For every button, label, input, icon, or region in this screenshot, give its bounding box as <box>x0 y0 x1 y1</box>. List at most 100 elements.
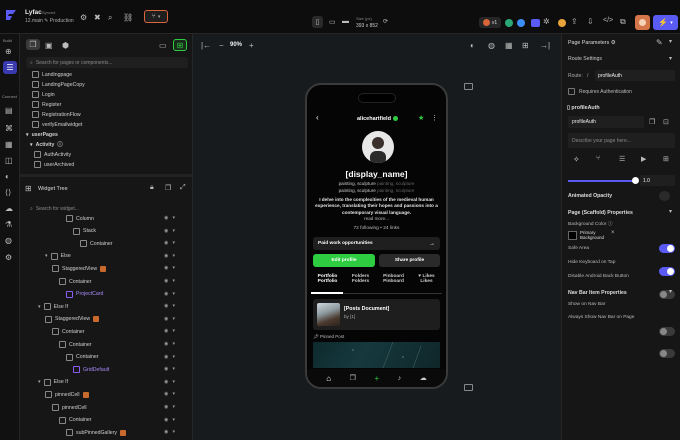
desktop-device-icon[interactable]: ▬ <box>342 18 349 25</box>
theme-toggle-icon[interactable]: ◐ <box>470 41 475 50</box>
messages-icon[interactable]: ☁ <box>420 374 427 382</box>
always-show-nav-toggle[interactable] <box>659 349 675 358</box>
api-icon[interactable]: ⌘ <box>5 124 13 133</box>
back-arrow-icon[interactable]: ‹ <box>316 113 319 122</box>
widget-tree-item[interactable]: StaggeredView <box>45 314 100 325</box>
visibility-icon[interactable]: ◉ <box>164 278 168 284</box>
widget-tree-rail-button[interactable]: ☰ <box>3 61 17 74</box>
visibility-icon[interactable]: ◉ <box>164 328 168 334</box>
visibility-icon[interactable]: ◉ <box>164 391 168 397</box>
zoom-in-icon[interactable]: + <box>249 41 254 50</box>
visibility-icon[interactable]: ◉ <box>164 240 168 246</box>
branch-selector-button[interactable]: ⑂ ▾ <box>144 10 168 23</box>
version-button[interactable]: v1 <box>479 17 501 28</box>
visibility-icon[interactable]: ◉ <box>164 354 168 360</box>
run-button[interactable]: ⚡ ▾ <box>653 15 678 30</box>
widget-tree-item[interactable]: ▾ Else If <box>38 377 68 388</box>
widget-tree-item[interactable]: ProjectCard <box>66 289 103 300</box>
chevron-down-icon[interactable]: ▾ <box>173 404 176 410</box>
visibility-icon[interactable]: ◉ <box>164 417 168 423</box>
chevron-down-icon[interactable]: ▾ <box>669 288 672 295</box>
widget-row-actions[interactable]: ◉ ▾ <box>164 366 175 372</box>
tab-pinboard[interactable]: Pinboard Pinboard <box>377 274 410 284</box>
widget-row-actions[interactable]: ◉ ▾ <box>164 417 175 423</box>
list-icon[interactable]: ☰ <box>619 155 625 163</box>
requires-auth-checkbox[interactable] <box>568 88 575 95</box>
widget-tree-item[interactable]: pinnedCell <box>45 389 89 400</box>
widget-row-actions[interactable]: ◉ ▾ <box>164 379 175 385</box>
chat-icon[interactable] <box>517 19 525 27</box>
add-widget-icon[interactable]: ⊕ <box>5 47 12 56</box>
link-icon[interactable]: ⛓ <box>123 13 133 22</box>
code-icon[interactable]: </> <box>603 17 613 24</box>
tools-icon[interactable]: ✖ <box>94 13 101 22</box>
visibility-icon[interactable]: ◉ <box>164 341 168 347</box>
widget-row-actions[interactable]: ◉ ▾ <box>164 316 175 322</box>
panel-divider[interactable] <box>20 174 193 177</box>
check-status-icon[interactable] <box>505 19 513 27</box>
external-link-icon[interactable]: ⧉ <box>620 17 626 27</box>
theme-icon[interactable]: ◐ <box>5 172 10 181</box>
bold-style-icon[interactable]: ✧ <box>573 155 580 164</box>
opacity-value-input[interactable]: 1.0 <box>640 175 675 186</box>
star-icon[interactable]: ★ <box>418 114 424 122</box>
settings-icon[interactable]: ⚙ <box>80 13 87 22</box>
tablet-device-icon[interactable]: ▭ <box>329 18 336 26</box>
pinned-post-image[interactable] <box>313 342 440 368</box>
widget-row-actions[interactable]: ◉ ▾ <box>164 341 175 347</box>
visibility-icon[interactable]: ◉ <box>164 215 168 221</box>
gallery-icon[interactable]: ❐ <box>350 374 356 382</box>
library-icon[interactable]: ⬢ <box>62 41 69 50</box>
widget-tree-item[interactable]: Container <box>59 276 92 287</box>
grid-icon[interactable]: ⊞ <box>663 155 669 163</box>
widget-tree-item[interactable]: GridDefault <box>73 364 109 375</box>
size-value[interactable]: 393 x 852 <box>356 23 378 29</box>
grid-icon[interactable]: ⊞ <box>522 41 529 50</box>
chevron-down-icon[interactable]: ▾ <box>173 429 176 435</box>
zoom-out-icon[interactable]: − <box>219 41 224 50</box>
chevron-down-icon[interactable]: ▾ <box>173 253 176 259</box>
visibility-icon[interactable]: ◉ <box>164 429 168 435</box>
chevron-down-icon[interactable]: ▾ <box>173 328 176 334</box>
user-avatar[interactable] <box>635 15 650 30</box>
rotate-icon[interactable]: ⟳ <box>383 18 388 25</box>
share-profile-button[interactable]: Share profile <box>379 254 440 267</box>
collapse-panel-icon[interactable]: |← <box>201 41 211 50</box>
widget-row-actions[interactable]: ◉ ▾ <box>164 278 175 284</box>
page-name-input[interactable]: profileAuth <box>568 116 644 128</box>
visibility-icon[interactable]: ◉ <box>164 366 168 372</box>
chevron-down-icon[interactable]: ▾ <box>173 215 176 221</box>
widget-row-actions[interactable]: ◉ ▾ <box>164 303 175 309</box>
paid-work-button[interactable]: Paid work opportunities → <box>313 237 440 250</box>
close-icon[interactable]: × <box>611 230 615 236</box>
settings-icon[interactable]: ⚙ <box>5 253 12 262</box>
home-icon[interactable]: ⌂ <box>326 374 331 383</box>
visibility-icon[interactable]: ◉ <box>164 265 168 271</box>
add-page-button[interactable]: ⊞ <box>173 39 187 51</box>
zoom-level[interactable]: 90% <box>230 42 242 48</box>
widget-tree-item[interactable]: Container <box>52 326 85 337</box>
widget-tree-item[interactable]: StaggeredView <box>52 263 107 274</box>
chevron-down-icon[interactable]: ▾ <box>669 55 672 62</box>
bug-icon[interactable]: ✲ <box>543 17 550 26</box>
widget-tree-item[interactable]: Container <box>80 238 113 249</box>
widget-tree-item[interactable]: Container <box>59 415 92 426</box>
gear-icon[interactable]: ⚙ <box>611 40 616 46</box>
test-icon[interactable]: ⚗ <box>5 220 12 229</box>
widget-row-actions[interactable]: ◉ ▾ <box>164 265 175 271</box>
widget-row-actions[interactable]: ◉ ▾ <box>164 391 175 397</box>
folder-icon[interactable]: ▭ <box>159 41 167 50</box>
widget-tree-item[interactable]: Container <box>66 352 99 363</box>
post-card[interactable]: [Posts Document] by [1] <box>313 299 440 330</box>
widget-row-actions[interactable]: ◉ ▾ <box>164 354 175 360</box>
chevron-down-icon[interactable]: ▾ <box>173 391 176 397</box>
storage-icon[interactable]: ▦ <box>5 140 13 149</box>
widget-row-actions[interactable]: ◉ ▾ <box>164 328 175 334</box>
visibility-icon[interactable]: ◉ <box>164 404 168 410</box>
follow-stats[interactable]: 72 following • 24 links <box>307 226 446 231</box>
widget-row-actions[interactable]: ◉ ▾ <box>164 404 175 410</box>
widget-row-actions[interactable]: ◉ ▾ <box>164 228 175 234</box>
tab-folders[interactable]: Folders Folders <box>344 274 377 284</box>
visibility-icon[interactable]: ◉ <box>164 253 168 259</box>
chevron-down-icon[interactable]: ▾ <box>173 240 176 246</box>
